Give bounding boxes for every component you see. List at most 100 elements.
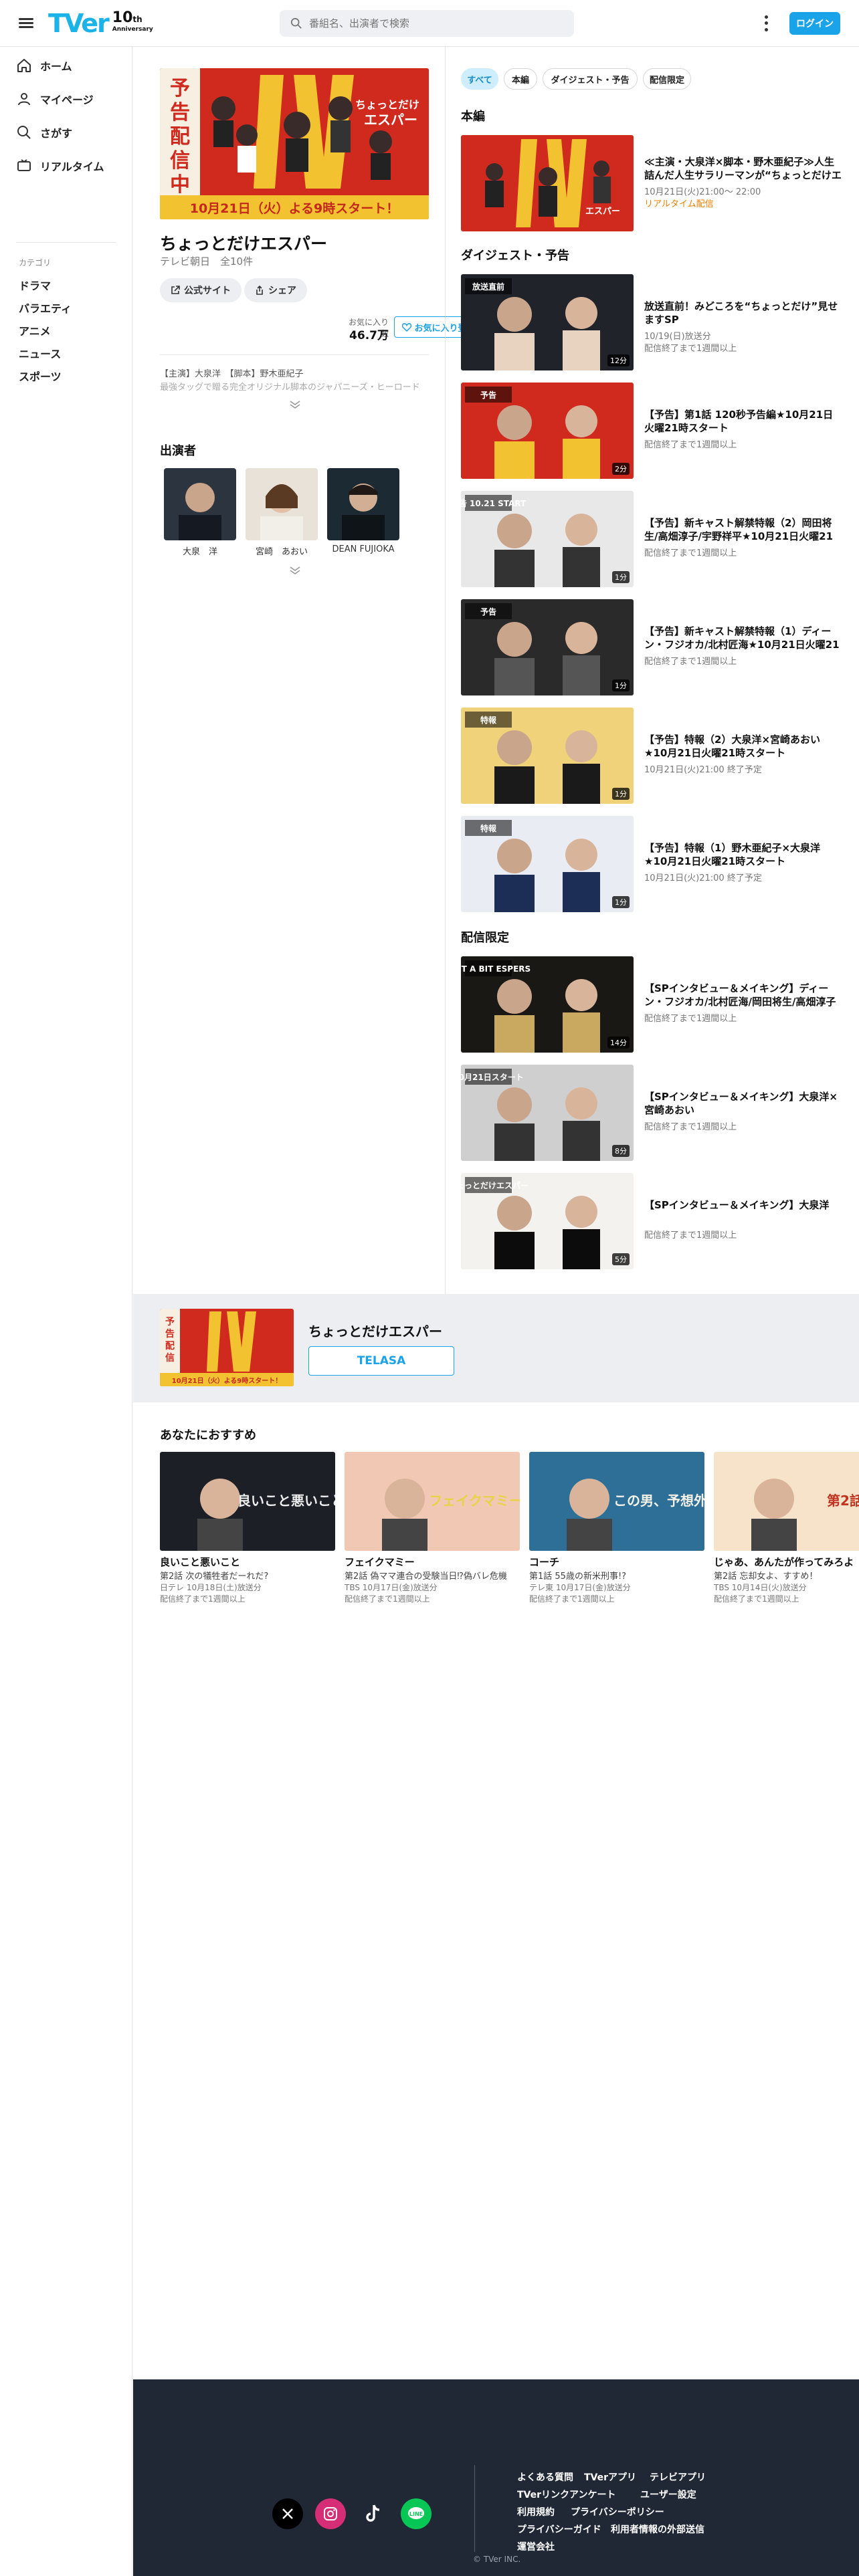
episode-item[interactable]: 特報 1分 【予告】特報（1）野木亜紀子×大泉洋★10月21日火曜21時スタート 10… <box>461 816 844 912</box>
recommend-thumbnail: 第2話 <box>714 1452 859 1551</box>
official-site-button[interactable]: 公式サイト <box>160 278 242 302</box>
episode-item[interactable]: 特報 1分 【予告】特報（2）大泉洋×宮崎あおい★10月21日火曜21時スタート 10… <box>461 708 844 804</box>
more-menu-icon[interactable] <box>761 14 771 33</box>
footer-link[interactable]: 利用規約 <box>517 2505 555 2518</box>
cast-member[interactable]: 宮崎 あおい <box>246 468 318 557</box>
thumbnail-caption: 10月21日スタート <box>461 1073 524 1082</box>
instagram-icon[interactable] <box>315 2498 346 2529</box>
category-drama[interactable]: ドラマ <box>19 277 51 293</box>
footer: LINE よくある質問 TVerアプリ テレビアプリ TVerリンク アンケート ユーザー… <box>133 2379 859 2576</box>
recommend-card[interactable]: フェイクマミー フェイクマミー 第2話 偽ママ連合の受験当日⁉︎偽バレ危機 TBS 1… <box>345 1452 520 1604</box>
episode-availability: 配信終了まで1週間以上 <box>644 1014 737 1024</box>
episode-availability: 配信終了まで1週間以上 <box>644 344 737 354</box>
footer-link[interactable]: ユーザー設定 <box>640 2488 696 2501</box>
footer-link[interactable]: テレビアプリ <box>650 2470 706 2484</box>
episode-thumbnail: ちょっとだけエスパー 5分 <box>461 1173 634 1269</box>
cast-member[interactable]: 大泉 洋 <box>164 468 236 557</box>
recommend-card[interactable]: 良いこと悪いこと 良いこと悪いこと 第2話 次の犠牲者だーれだ? 日テレ 10月18日… <box>160 1452 335 1604</box>
tiktok-icon[interactable] <box>358 2498 389 2529</box>
tab-main[interactable]: 本編 <box>504 68 537 90</box>
thumbnail-caption: 良いこと悪いこと <box>237 1493 335 1509</box>
tab-digest[interactable]: ダイジェスト・予告 <box>543 68 638 90</box>
expand-chevron-icon[interactable] <box>288 400 302 409</box>
episode-item[interactable]: 10月21日スタート 8分 【SPインタビュー＆メイキング】大泉洋×宮崎あおい配信終… <box>461 1065 844 1161</box>
episode-item[interactable]: エスパー ≪主演・大泉洋×脚本・野木亜紀子≫人生詰んだ人生サラリーマンが“ちょっ… <box>461 135 844 231</box>
x-icon[interactable] <box>272 2498 303 2529</box>
share-button[interactable]: シェア <box>244 278 307 302</box>
menu-icon[interactable] <box>19 16 33 29</box>
svg-text:ちょっとだけ: ちょっとだけ <box>355 98 419 111</box>
recommend-availability: 配信終了まで1週間以上 <box>160 1594 246 1604</box>
login-button[interactable]: ログイン <box>789 12 840 35</box>
footer-link[interactable]: TVerリンク <box>517 2488 569 2501</box>
cast-name: 宮崎 あおい <box>255 547 308 557</box>
line-icon[interactable]: LINE <box>401 2498 432 2529</box>
footer-link[interactable]: よくある質問 <box>517 2470 573 2484</box>
episode-thumbnail: 予告 10.21 START 1分 <box>461 491 634 587</box>
svg-text:配: 配 <box>165 1341 175 1352</box>
sidebar-item-home[interactable]: ホーム <box>16 58 72 74</box>
svg-text:エスパー: エスパー <box>585 207 620 217</box>
copyright: © TVer INC. <box>473 2555 521 2564</box>
search-icon <box>17 126 31 139</box>
column-divider <box>445 47 446 1294</box>
user-icon <box>18 93 30 106</box>
footer-link[interactable]: プライバシーガイド <box>517 2523 601 2536</box>
footer-link[interactable]: プライバシーポリシー <box>571 2505 664 2518</box>
category-news[interactable]: ニュース <box>19 345 61 361</box>
tab-limited[interactable]: 配信限定 <box>643 68 691 90</box>
category-anime[interactable]: アニメ <box>19 322 51 338</box>
share-icon <box>256 286 263 295</box>
recommend-thumbnail: 良いこと悪いこと <box>160 1452 335 1551</box>
thumbnail-caption: 予告 <box>480 390 496 400</box>
thumbnail-caption: JUST A BIT ESPERS <box>461 964 531 974</box>
duration-badge: 1分 <box>612 788 630 800</box>
episode-item[interactable]: ちょっとだけエスパー 5分 【SPインタビュー＆メイキング】大泉洋配信終了まで1週間… <box>461 1173 844 1269</box>
tab-all[interactable]: すべて <box>461 68 498 90</box>
episode-item[interactable]: 放送直前 12分 放送直前！みどころを“ちょっとだけ”見せますSP 10/19(日)放… <box>461 274 844 370</box>
episode-thumbnail: エスパー <box>461 135 634 231</box>
episode-title: 【SPインタビュー＆メイキング】大泉洋×宮崎あおい <box>644 1091 838 1116</box>
external-link-icon <box>171 286 180 294</box>
sidebar-item-search[interactable]: さがす <box>16 124 72 140</box>
footer-link[interactable]: 利用者情報の外部送信 <box>611 2523 704 2536</box>
thumbnail-caption: フェイクマミー <box>429 1493 520 1509</box>
episode-item[interactable]: 予告 2分 【予告】第1話 120秒予告編★10月21日火曜21時スタート 配信終了ま… <box>461 383 844 479</box>
episode-availability: 配信終了まで1週間以上 <box>644 1122 737 1132</box>
episode-item[interactable]: JUST A BIT ESPERS 14分 【SPインタビュー＆メイキング】ディーン… <box>461 956 844 1053</box>
search-input[interactable] <box>280 10 574 37</box>
footer-link[interactable]: TVerアプリ <box>584 2470 636 2484</box>
recommend-card[interactable]: 第2話 じゃあ、あんたが作ってみろよ 第2話 忘却女よ、すすめ！ TBS 10月14日… <box>714 1452 859 1604</box>
sidebar-item-mypage[interactable]: マイページ <box>16 91 94 107</box>
service-band: 予告配信 10月21日（火）よる9時スタート！ ちょっとだけエスパー TELASA <box>133 1294 859 1402</box>
episode-title: 【予告】新キャスト解禁特報（2）岡田将生/高畑淳子/宇野祥平★10月21日火曜2… <box>644 517 834 542</box>
duration-badge: 1分 <box>612 679 630 691</box>
footer-link[interactable]: 運営会社 <box>517 2540 555 2553</box>
tver-logo[interactable]: TVer 10th Anniversary <box>48 8 153 39</box>
episode-meta: 10/19(日)放送分 <box>644 332 711 342</box>
episode-item[interactable]: 予告 1分 【予告】新キャスト解禁特報（1）ディーン・フジオカ/北村匠海★10月21… <box>461 599 844 695</box>
episode-item[interactable]: 予告 10.21 START 1分 【予告】新キャスト解禁特報（2）岡田将生/高畑淳… <box>461 491 844 587</box>
episode-thumbnail: 予告 1分 <box>461 599 634 695</box>
category-sports[interactable]: スポーツ <box>19 368 62 384</box>
cast-member[interactable]: DEAN FUJIOKA <box>327 468 399 554</box>
main-content: 予 告 配 信 中 ちょっとだけ エスパー 10月21日（火）よる9時スタート！… <box>133 47 859 2576</box>
divider <box>160 354 429 355</box>
telasa-button[interactable]: TELASA <box>308 1346 454 1376</box>
episode-thumbnail: JUST A BIT ESPERS 14分 <box>461 956 634 1053</box>
svg-text:信: 信 <box>165 1352 175 1364</box>
duration-badge: 1分 <box>612 571 630 583</box>
thumbnail-caption: ちょっとだけエスパー <box>461 1181 529 1190</box>
sidebar-item-realtime[interactable]: リアルタイム <box>16 158 104 174</box>
episode-meta: 配信終了まで1週間以上 <box>644 440 737 450</box>
recommend-heading: あなたにおすすめ <box>160 1428 256 1442</box>
recommend-card[interactable]: この男、予想外 コーチ 第1話 55歳の新米刑事!? テレ東 10月17日(金)放送分… <box>529 1452 704 1604</box>
expand-chevron-icon[interactable] <box>288 566 302 575</box>
sidebar-item-label: マイページ <box>40 94 94 106</box>
category-variety[interactable]: バラエティ <box>19 300 72 316</box>
top-bar: TVer 10thAnniversary ログイン <box>0 0 859 47</box>
divider <box>16 242 116 243</box>
footer-link[interactable]: アンケート <box>569 2488 615 2501</box>
duration-badge: 12分 <box>607 354 630 366</box>
duration-badge: 2分 <box>612 463 630 475</box>
